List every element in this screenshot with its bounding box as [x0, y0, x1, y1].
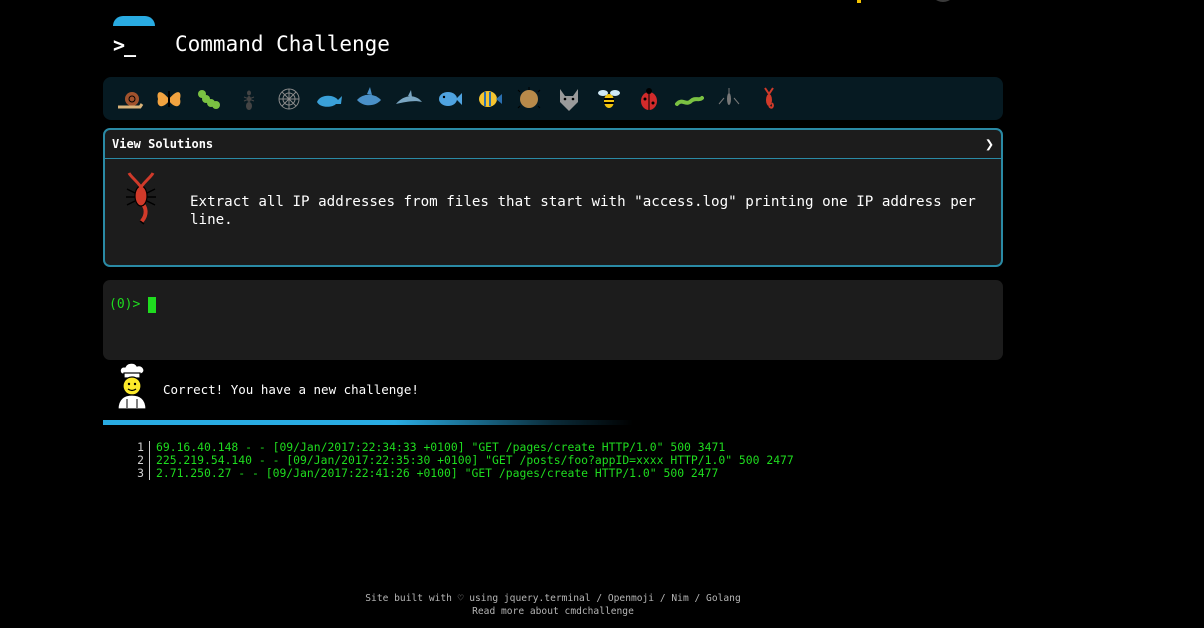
blowfish-icon	[517, 86, 541, 108]
scorpion-icon	[764, 86, 774, 109]
dolphin-icon	[396, 89, 422, 104]
challenge-task-text: Extract all IP addresses from files that…	[190, 194, 976, 228]
worm-icon	[675, 95, 704, 106]
output-line: 3 2.71.250.27 - - [09/Jan/2017:22:41:26 +…	[130, 467, 794, 480]
challenge-worm[interactable]	[669, 81, 709, 117]
chevron-right-icon[interactable]: ❯	[985, 135, 994, 153]
challenge-tropical-fish[interactable]	[469, 81, 509, 117]
logo-cap	[113, 16, 155, 26]
solutions-panel: View Solutions ❯ Extract all IP addresse…	[103, 128, 1003, 267]
bee-icon	[598, 89, 620, 108]
command-output: 1 69.16.40.148 - - [09/Jan/2017:22:34:33 …	[130, 441, 794, 480]
wolf-icon	[560, 88, 578, 111]
view-solutions-toggle[interactable]: View Solutions ❯	[105, 130, 1001, 159]
app-title: Command Challenge	[175, 32, 390, 56]
chef-icon	[117, 362, 147, 410]
challenge-bee[interactable]	[589, 81, 629, 117]
challenge-caterpillar[interactable]	[189, 81, 229, 117]
fish-icon	[439, 91, 462, 106]
terminal-cursor[interactable]	[148, 297, 156, 313]
challenge-wolf[interactable]	[549, 81, 589, 117]
footer: Site built with ♡ using jquery.terminal …	[0, 592, 1106, 618]
tropical-fish-icon	[479, 90, 502, 107]
challenge-dolphin[interactable]	[389, 81, 429, 117]
mosquito-icon	[718, 87, 740, 105]
challenge-mosquito[interactable]	[709, 81, 749, 117]
caterpillar-icon	[198, 89, 220, 109]
whale-icon	[317, 95, 342, 107]
line-text: 2.71.250.27 - - [09/Jan/2017:22:41:26 +0…	[156, 466, 719, 480]
challenge-snail[interactable]	[109, 81, 149, 117]
line-number: 3	[130, 467, 150, 480]
challenge-scorpion[interactable]	[749, 81, 789, 117]
challenge-whale[interactable]	[309, 81, 349, 117]
view-solutions-label: View Solutions	[112, 137, 214, 151]
avatar	[930, 0, 956, 2]
ant-icon	[243, 90, 255, 110]
shark-icon	[357, 86, 381, 105]
terminal-prompt-icon: >_	[113, 33, 136, 57]
challenge-fish[interactable]	[429, 81, 469, 117]
scorpion-icon	[126, 172, 156, 225]
terminal-prompt: (0)>	[109, 297, 141, 312]
footer-credits: Site built with ♡ using jquery.terminal …	[365, 593, 741, 604]
decorative-mark	[857, 0, 861, 3]
header: >_ Command Challenge	[103, 0, 1003, 75]
spider-web-icon	[278, 88, 300, 109]
challenge-ladybug[interactable]	[629, 81, 669, 117]
challenge-bar	[103, 77, 1003, 120]
challenge-ant[interactable]	[229, 81, 269, 117]
logo[interactable]: >_	[111, 16, 155, 60]
butterfly-icon	[157, 90, 181, 107]
challenge-shark[interactable]	[349, 81, 389, 117]
snail-icon	[118, 91, 144, 108]
read-more-link[interactable]: Read more about cmdchallenge	[0, 605, 1106, 618]
terminal[interactable]: (0)>	[103, 280, 1003, 360]
divider	[103, 420, 633, 425]
challenge-spider-web[interactable]	[269, 81, 309, 117]
ladybug-icon	[641, 87, 657, 110]
challenge-butterfly[interactable]	[149, 81, 189, 117]
challenge-blowfish[interactable]	[509, 81, 549, 117]
feedback-message: Correct! You have a new challenge!	[163, 382, 419, 397]
challenge-description: Extract all IP addresses from files that…	[105, 159, 1001, 265]
